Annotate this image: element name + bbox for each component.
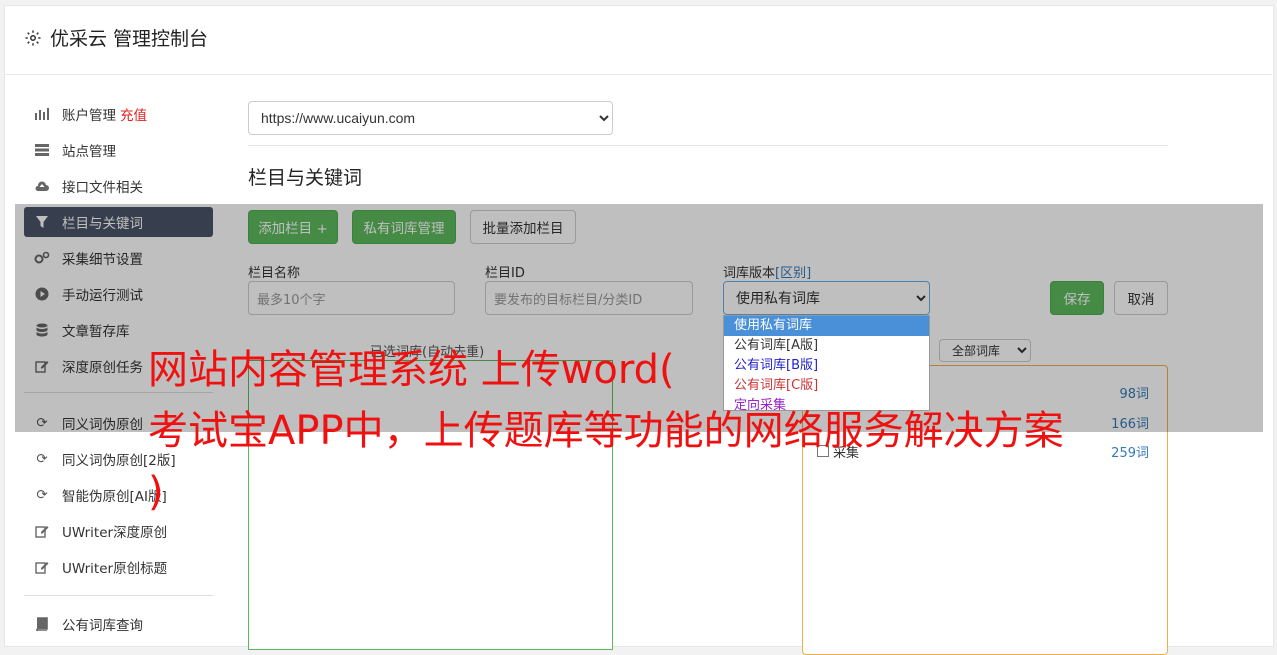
sidebar-item-uwriter-title[interactable]: UWriter原创标题 (24, 552, 213, 582)
sidebar-item-api-files[interactable]: 接口文件相关 (24, 171, 213, 201)
overlay-headline-line1: 网站内容管理系统 上传word( (148, 347, 675, 393)
sidebar-item-label: 账户管理 (62, 108, 116, 124)
refresh-icon: ⟳ (36, 451, 48, 467)
modal-dim-overlay (15, 204, 1263, 432)
sidebar-item-sites[interactable]: 站点管理 (24, 135, 213, 165)
sidebar-item-label: 接口文件相关 (62, 180, 143, 196)
sidebar-divider (24, 595, 213, 596)
section-title: 栏目与关键词 (248, 167, 363, 189)
lib-row-count: 259词 (1111, 445, 1149, 461)
page-title: 优采云 管理控制台 (24, 24, 208, 51)
sidebar-item-label: UWriter原创标题 (62, 561, 168, 577)
bar-chart-icon (34, 106, 50, 122)
dropdown-option[interactable]: 公有词库[B版] (724, 356, 929, 376)
edit-icon (34, 559, 50, 575)
edit-icon (34, 523, 50, 539)
gear-icon (25, 30, 41, 45)
overlay-headline-line3: ) (148, 469, 164, 515)
dropdown-option[interactable]: 公有词库[A版] (724, 336, 929, 356)
overlay-headline-line2: 考试宝APP中，上传题库等功能的网络服务解决方案 (148, 408, 1064, 454)
sidebar-item-account[interactable]: 账户管理 充值 (24, 99, 213, 129)
sidebar-item-uwriter-deep[interactable]: UWriter深度原创 (24, 516, 213, 546)
site-select[interactable]: https://www.ucaiyun.com (248, 101, 613, 135)
sidebar-item-ai-original[interactable]: ⟳ 智能伪原创[AI版] (24, 480, 213, 510)
sidebar-item-label: UWriter深度原创 (62, 525, 168, 541)
header-divider (4, 74, 1272, 75)
cloud-upload-icon (34, 178, 50, 194)
version-dropdown-menu: 使用私有词库 公有词库[A版] 公有词库[B版] 公有词库[C版] 定向采集 (723, 315, 930, 411)
server-icon (34, 142, 50, 158)
book-icon (34, 616, 50, 632)
sidebar-item-public-lib[interactable]: 公有词库查询 (24, 609, 213, 639)
section-divider (248, 145, 1168, 146)
dropdown-option[interactable]: 使用私有词库 (724, 316, 929, 336)
refresh-icon: ⟳ (36, 487, 48, 503)
dropdown-option[interactable]: 公有词库[C版] (724, 376, 929, 396)
page-title-text: 优采云 管理控制台 (50, 28, 209, 50)
sidebar-item-label: 站点管理 (62, 144, 116, 160)
recharge-link[interactable]: 充值 (120, 104, 147, 124)
sidebar-item-label: 公有词库查询 (62, 618, 143, 634)
